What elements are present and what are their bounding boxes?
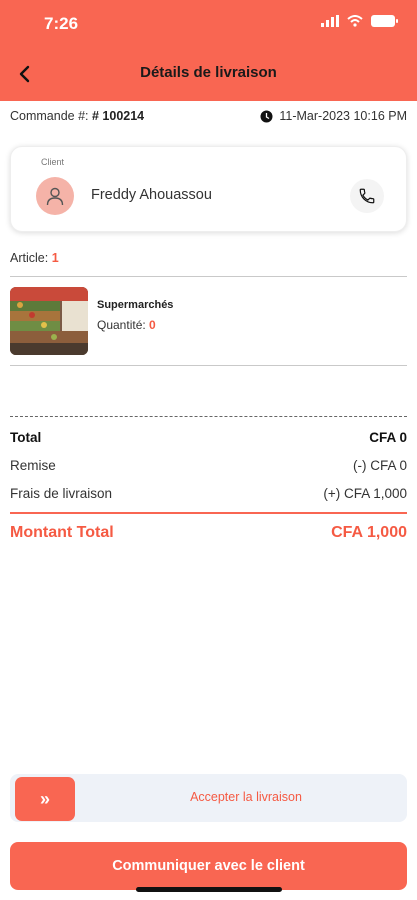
divider [10,276,407,277]
supermarket-image [10,287,88,355]
contact-client-label: Communiquer avec le client [112,858,305,874]
delivery-fee-label: Frais de livraison [10,486,113,501]
article-count-row: Article: 1 [10,251,59,265]
client-card: Client Freddy Ahouassou [10,146,407,232]
double-chevron-right-icon: » [39,788,50,809]
grand-total-label: Montant Total [10,524,114,541]
call-button[interactable] [350,179,384,213]
order-info-row: Commande #: # 100214 11-Mar-2023 10:16 P… [10,109,407,123]
slider-label: Accepter la livraison [190,790,302,804]
article-label: Article: [10,251,49,265]
quantity-value: 0 [149,318,156,332]
order-datetime: 11-Mar-2023 10:16 PM [260,109,407,123]
client-label: Client [41,157,65,167]
accept-delivery-slider[interactable]: » Accepter la livraison [10,774,407,822]
item-name: Supermarchés [97,299,174,311]
page-title: Détails de livraison [140,64,277,81]
status-icons [321,15,398,27]
wifi-icon [347,15,363,27]
client-name: Freddy Ahouassou [91,187,212,203]
summary-delivery-row: Frais de livraison (+) CFA 1,000 [10,486,407,501]
app-header: 7:26 Détails de livraison [0,0,417,101]
article-count: 1 [51,251,59,265]
status-time: 7:26 [44,14,79,33]
dashed-divider [10,416,407,417]
user-icon [46,187,64,206]
home-indicator [136,887,282,892]
delivery-fee-value: (+) CFA 1,000 [323,486,407,501]
order-number: Commande #: # 100214 [10,109,144,123]
order-id: # 100214 [92,109,145,123]
grand-total-row: Montant Total CFA 1,000 [10,524,407,542]
total-value: CFA 0 [369,430,407,445]
discount-value: (-) CFA 0 [352,458,407,473]
battery-icon [371,15,398,27]
signal-icon [321,15,339,27]
item-quantity: Quantité: 0 [97,318,156,332]
order-datetime-text: 11-Mar-2023 10:16 PM [279,109,407,123]
phone-icon [359,188,375,204]
order-label: Commande #: [10,109,89,123]
divider [10,512,407,514]
slider-handle[interactable]: » [15,777,75,821]
avatar [36,177,74,215]
total-label: Total [10,430,42,445]
divider [10,365,407,366]
quantity-label: Quantité: [97,318,146,332]
item-thumbnail [10,287,88,355]
clock-icon [260,110,273,122]
contact-client-button[interactable]: Communiquer avec le client [10,842,407,890]
summary-total-row: Total CFA 0 [10,430,407,445]
grand-total-value: CFA 1,000 [331,524,407,541]
summary-discount-row: Remise (-) CFA 0 [10,458,407,473]
discount-label: Remise [10,458,56,473]
